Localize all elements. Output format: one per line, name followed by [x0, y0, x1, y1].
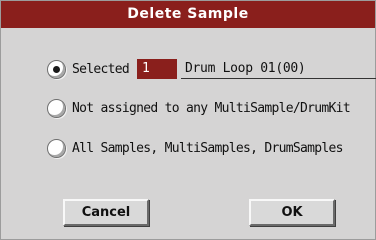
radio-not-assigned-icon[interactable]: [47, 98, 66, 118]
radio-selected-icon[interactable]: [47, 59, 66, 79]
dialog-title: Delete Sample: [1, 1, 375, 28]
sample-name-field[interactable]: Drum Loop 01(00): [181, 59, 376, 79]
option-all-samples[interactable]: All Samples, MultiSamples, DrumSamples: [47, 137, 344, 159]
option-not-assigned-label: Not assigned to any MultiSample/DrumKit: [72, 100, 351, 116]
option-not-assigned[interactable]: Not assigned to any MultiSample/DrumKit: [47, 97, 351, 119]
cancel-button[interactable]: Cancel: [63, 199, 149, 226]
delete-sample-dialog: Delete Sample Selected 1 Drum Loop 01(00…: [0, 0, 376, 240]
option-all-samples-label: All Samples, MultiSamples, DrumSamples: [72, 140, 344, 156]
radio-all-samples-icon[interactable]: [47, 138, 66, 158]
ok-button[interactable]: OK: [249, 199, 335, 226]
option-selected[interactable]: Selected: [47, 58, 130, 80]
option-selected-label: Selected: [72, 61, 130, 77]
sample-index-field[interactable]: 1: [137, 59, 177, 79]
